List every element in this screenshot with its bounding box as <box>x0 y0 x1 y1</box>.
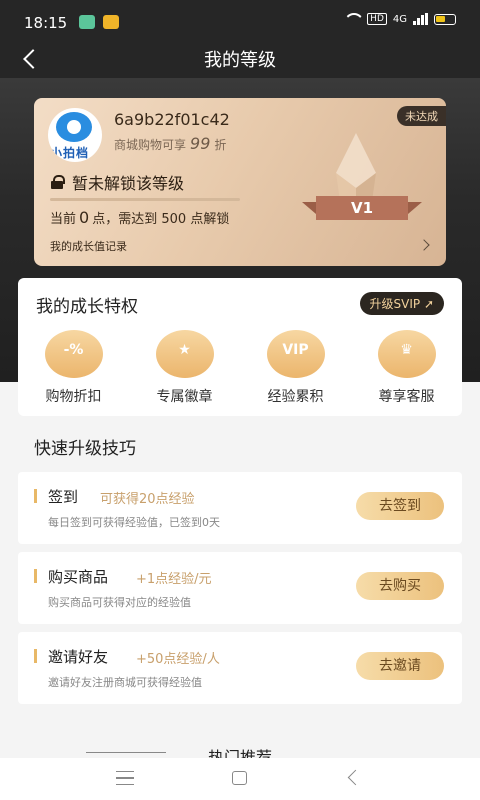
task-accent-bar <box>34 489 37 503</box>
task-name: 签到 <box>48 488 79 506</box>
level-label: V1 <box>316 196 408 220</box>
back-triangle-icon[interactable] <box>345 770 361 786</box>
discount-suffix: 折 <box>214 138 227 152</box>
points-value: 0 <box>79 208 90 227</box>
task-accent-bar <box>34 649 37 663</box>
menu-icon[interactable] <box>116 771 134 785</box>
crown-icon: ♛ <box>377 330 436 378</box>
privilege-label: 经验累积 <box>267 389 324 405</box>
points-suffix: 点解锁 <box>190 212 230 227</box>
battery-icon <box>434 13 456 25</box>
crown-icon-glyph: ♛ <box>400 342 413 358</box>
network-label: 4G <box>392 13 407 25</box>
task-desc: 每日签到可获得经验值，已签到0天 <box>48 516 220 529</box>
invite-button[interactable]: 去邀请 <box>356 652 444 680</box>
level-ribbon: V1 <box>302 196 422 220</box>
growth-record-link[interactable]: 我的成长值记录 <box>50 238 127 254</box>
tips-title: 快速升级技巧 <box>34 439 136 459</box>
message-app-icon <box>79 15 95 29</box>
privilege-list: -% 购物折扣 ★ 专属徽章 VIP 经验累积 ♛ 尊享客服 <box>18 330 462 406</box>
nav-bar: 我的等级 <box>0 38 480 78</box>
system-nav-bar <box>0 758 480 800</box>
privilege-item-service[interactable]: ♛ 尊享客服 <box>351 330 462 406</box>
points-middle: 点，需达到 <box>92 212 158 227</box>
privileges-panel: 我的成长特权 升级SVIP ➚ -% 购物折扣 ★ 专属徽章 VIP 经验累积 … <box>18 278 462 416</box>
progress-bar <box>50 198 240 201</box>
lock-icon <box>50 175 65 189</box>
discount-icon-glyph: -% <box>63 342 84 358</box>
task-name: 邀请好友 <box>48 648 109 666</box>
discount-icon: -% <box>44 330 103 378</box>
discount-value: 99 <box>190 134 211 153</box>
app-logo-icon <box>56 112 92 142</box>
task-checkin: 签到 可获得20点经验 每日签到可获得经验值，已签到0天 去签到 <box>18 472 462 544</box>
lock-status: 暂未解锁该等级 <box>50 170 184 194</box>
notification-app-icon <box>103 15 119 29</box>
task-name: 购买商品 <box>48 568 109 586</box>
task-invite: 邀请好友 +50点经验/人 邀请好友注册商城可获得经验值 去邀请 <box>18 632 462 704</box>
vip-icon: VIP <box>266 330 325 378</box>
arrow-up-icon: ➚ <box>423 297 434 311</box>
privilege-item-badge[interactable]: ★ 专属徽章 <box>129 330 240 406</box>
chevron-right-icon[interactable] <box>418 239 430 251</box>
medal-icon: ★ <box>155 330 214 378</box>
ribbon-left-tail <box>302 202 316 214</box>
ribbon-right-tail <box>408 202 422 214</box>
avatar-logo-text: 小拍档 <box>50 146 90 160</box>
points-info: 当前 0 点，需达到 500 点解锁 <box>50 208 229 227</box>
upgrade-svip-button[interactable]: 升级SVIP ➚ <box>359 292 444 315</box>
privilege-label: 购物折扣 <box>45 389 102 405</box>
member-level-card: 小拍档 6a9b22f01c42 商城购物可享 99 折 未达成 暂未解锁该等级 当… <box>34 98 446 266</box>
checkin-button[interactable]: 去签到 <box>356 492 444 520</box>
lock-text: 暂未解锁该等级 <box>72 174 185 193</box>
vip-icon-glyph: VIP <box>282 342 309 358</box>
home-icon[interactable] <box>232 771 247 785</box>
task-purchase: 购买商品 +1点经验/元 购买商品可获得对应的经验值 去购买 <box>18 552 462 624</box>
points-target: 500 <box>161 212 187 227</box>
page-title: 我的等级 <box>204 50 276 71</box>
medal-icon-glyph: ★ <box>178 342 191 358</box>
purchase-button[interactable]: 去购买 <box>356 572 444 600</box>
task-gain: +1点经验/元 <box>136 572 212 587</box>
discount-prefix: 商城购物可享 <box>114 138 187 152</box>
status-right: HD 4G <box>343 12 456 26</box>
privilege-item-experience[interactable]: VIP 经验累积 <box>240 330 351 406</box>
wifi-icon <box>343 12 361 26</box>
task-desc: 购买商品可获得对应的经验值 <box>48 596 191 609</box>
avatar[interactable]: 小拍档 <box>48 108 102 162</box>
privilege-label: 专属徽章 <box>156 389 213 405</box>
status-badge: 未达成 <box>397 106 446 126</box>
task-accent-bar <box>34 569 37 583</box>
upgrade-svip-label: 升级SVIP <box>369 297 421 311</box>
privileges-title: 我的成长特权 <box>36 297 138 317</box>
task-gain: 可获得20点经验 <box>100 492 195 507</box>
hd-badge: HD <box>367 13 387 25</box>
signal-icon <box>413 13 428 25</box>
discount-info: 商城购物可享 99 折 <box>114 134 226 153</box>
status-time: 18:15 <box>24 14 68 32</box>
task-gain: +50点经验/人 <box>136 652 220 667</box>
privilege-label: 尊享客服 <box>378 389 435 405</box>
user-id: 6a9b22f01c42 <box>114 110 230 129</box>
task-desc: 邀请好友注册商城可获得经验值 <box>48 676 202 689</box>
points-prefix: 当前 <box>50 212 77 227</box>
privilege-item-discount[interactable]: -% 购物折扣 <box>18 330 129 406</box>
